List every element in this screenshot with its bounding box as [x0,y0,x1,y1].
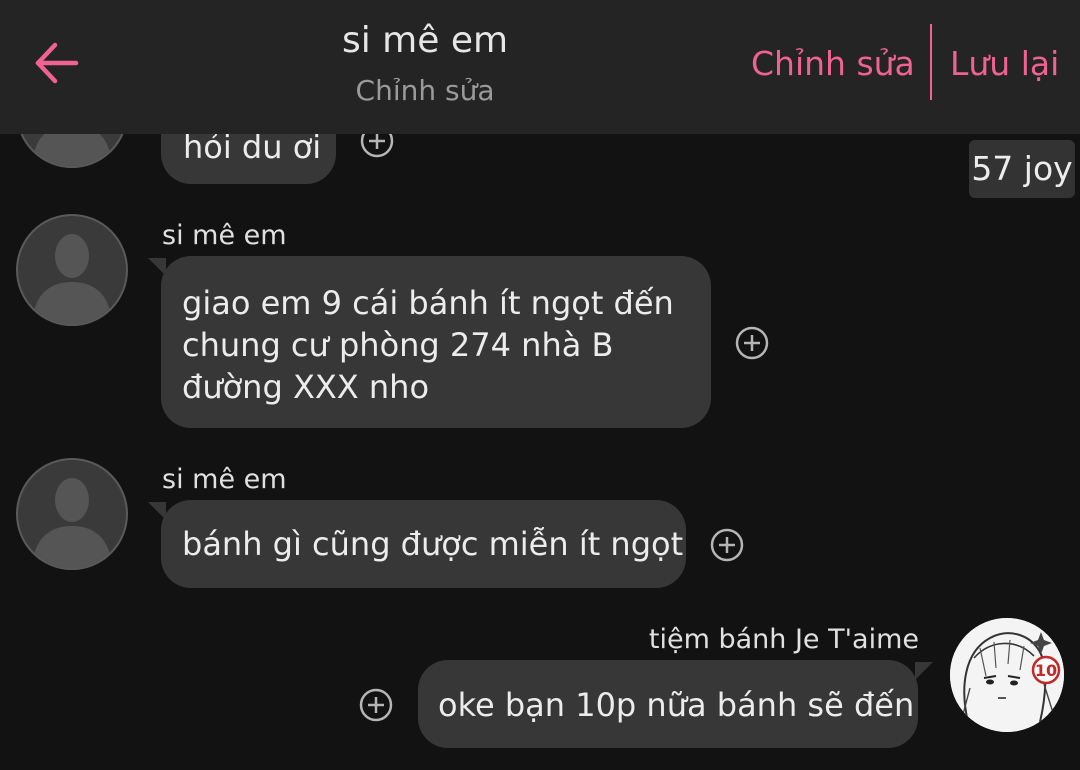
sender-name: tiệm bánh Je T'aime [648,624,919,655]
back-button[interactable] [30,36,84,90]
bubble-tail [915,662,933,680]
add-reaction-button[interactable] [735,326,769,360]
sender-name: si mê em [162,220,287,251]
sender-avatar[interactable] [16,458,128,570]
chat-screen: hỏi du ơi 57 joy si mê em giao em 9 cái … [0,0,1080,770]
sender-avatar[interactable] [16,214,128,326]
chat-title: si mê em [341,20,509,61]
message-bubble[interactable]: bánh gì cũng được miễn ít ngọt [161,500,686,588]
person-silhouette-icon [32,234,112,324]
message-text-line: đường XXX nho [182,368,430,406]
message-bubble[interactable]: oke bạn 10p nữa bánh sẽ đến [418,660,918,748]
top-app-bar: si mê em Chỉnh sửa Chỉnh sửa Lưu lại [0,0,1080,134]
sticker-label: 10 [1035,661,1057,680]
arrow-left-icon [35,42,79,84]
message-bubble[interactable]: giao em 9 cái bánh ít ngọt đến chung cư … [161,256,711,428]
shop-avatar[interactable]: 10 [950,618,1064,732]
manga-character-avatar-image: 10 [950,618,1064,732]
message-text: bánh gì cũng được miễn ít ngọt [182,525,684,563]
add-reaction-button[interactable] [359,688,393,722]
add-reaction-button[interactable] [710,528,744,562]
edit-button[interactable]: Chỉnh sửa [751,44,915,83]
save-button[interactable]: Lưu lại [950,44,1059,83]
plus-circle-icon [735,326,769,360]
plus-circle-icon [710,528,744,562]
sender-name: si mê em [162,464,287,495]
joy-badge[interactable]: 57 joy [969,140,1075,198]
message-text: oke bạn 10p nữa bánh sẽ đến [438,686,915,724]
person-silhouette-icon [32,478,112,568]
message-text-line: giao em 9 cái bánh ít ngọt đến [182,284,674,322]
plus-circle-icon [359,688,393,722]
chat-subtitle: Chỉnh sửa [355,74,495,107]
message-text-line: chung cư phòng 274 nhà B [182,326,614,364]
header-divider [930,24,932,100]
